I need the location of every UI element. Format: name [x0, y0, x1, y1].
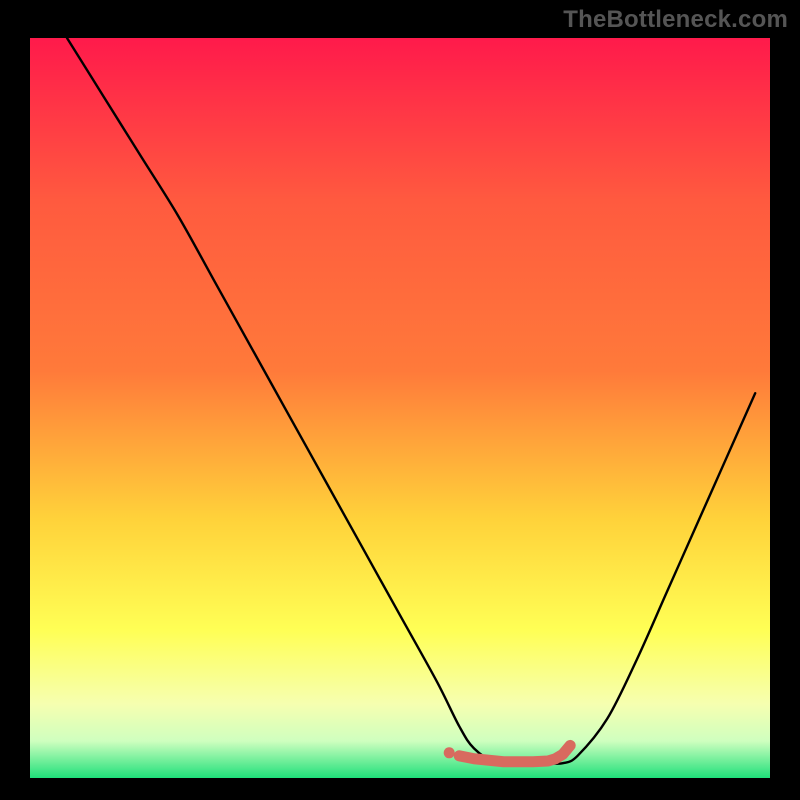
watermark-text: TheBottleneck.com [563, 6, 788, 34]
optimal-range-start-dot [444, 747, 455, 758]
gradient-background [30, 38, 770, 778]
plot-svg [30, 38, 770, 778]
plot-area [30, 38, 770, 778]
chart-stage: TheBottleneck.com [0, 0, 800, 800]
